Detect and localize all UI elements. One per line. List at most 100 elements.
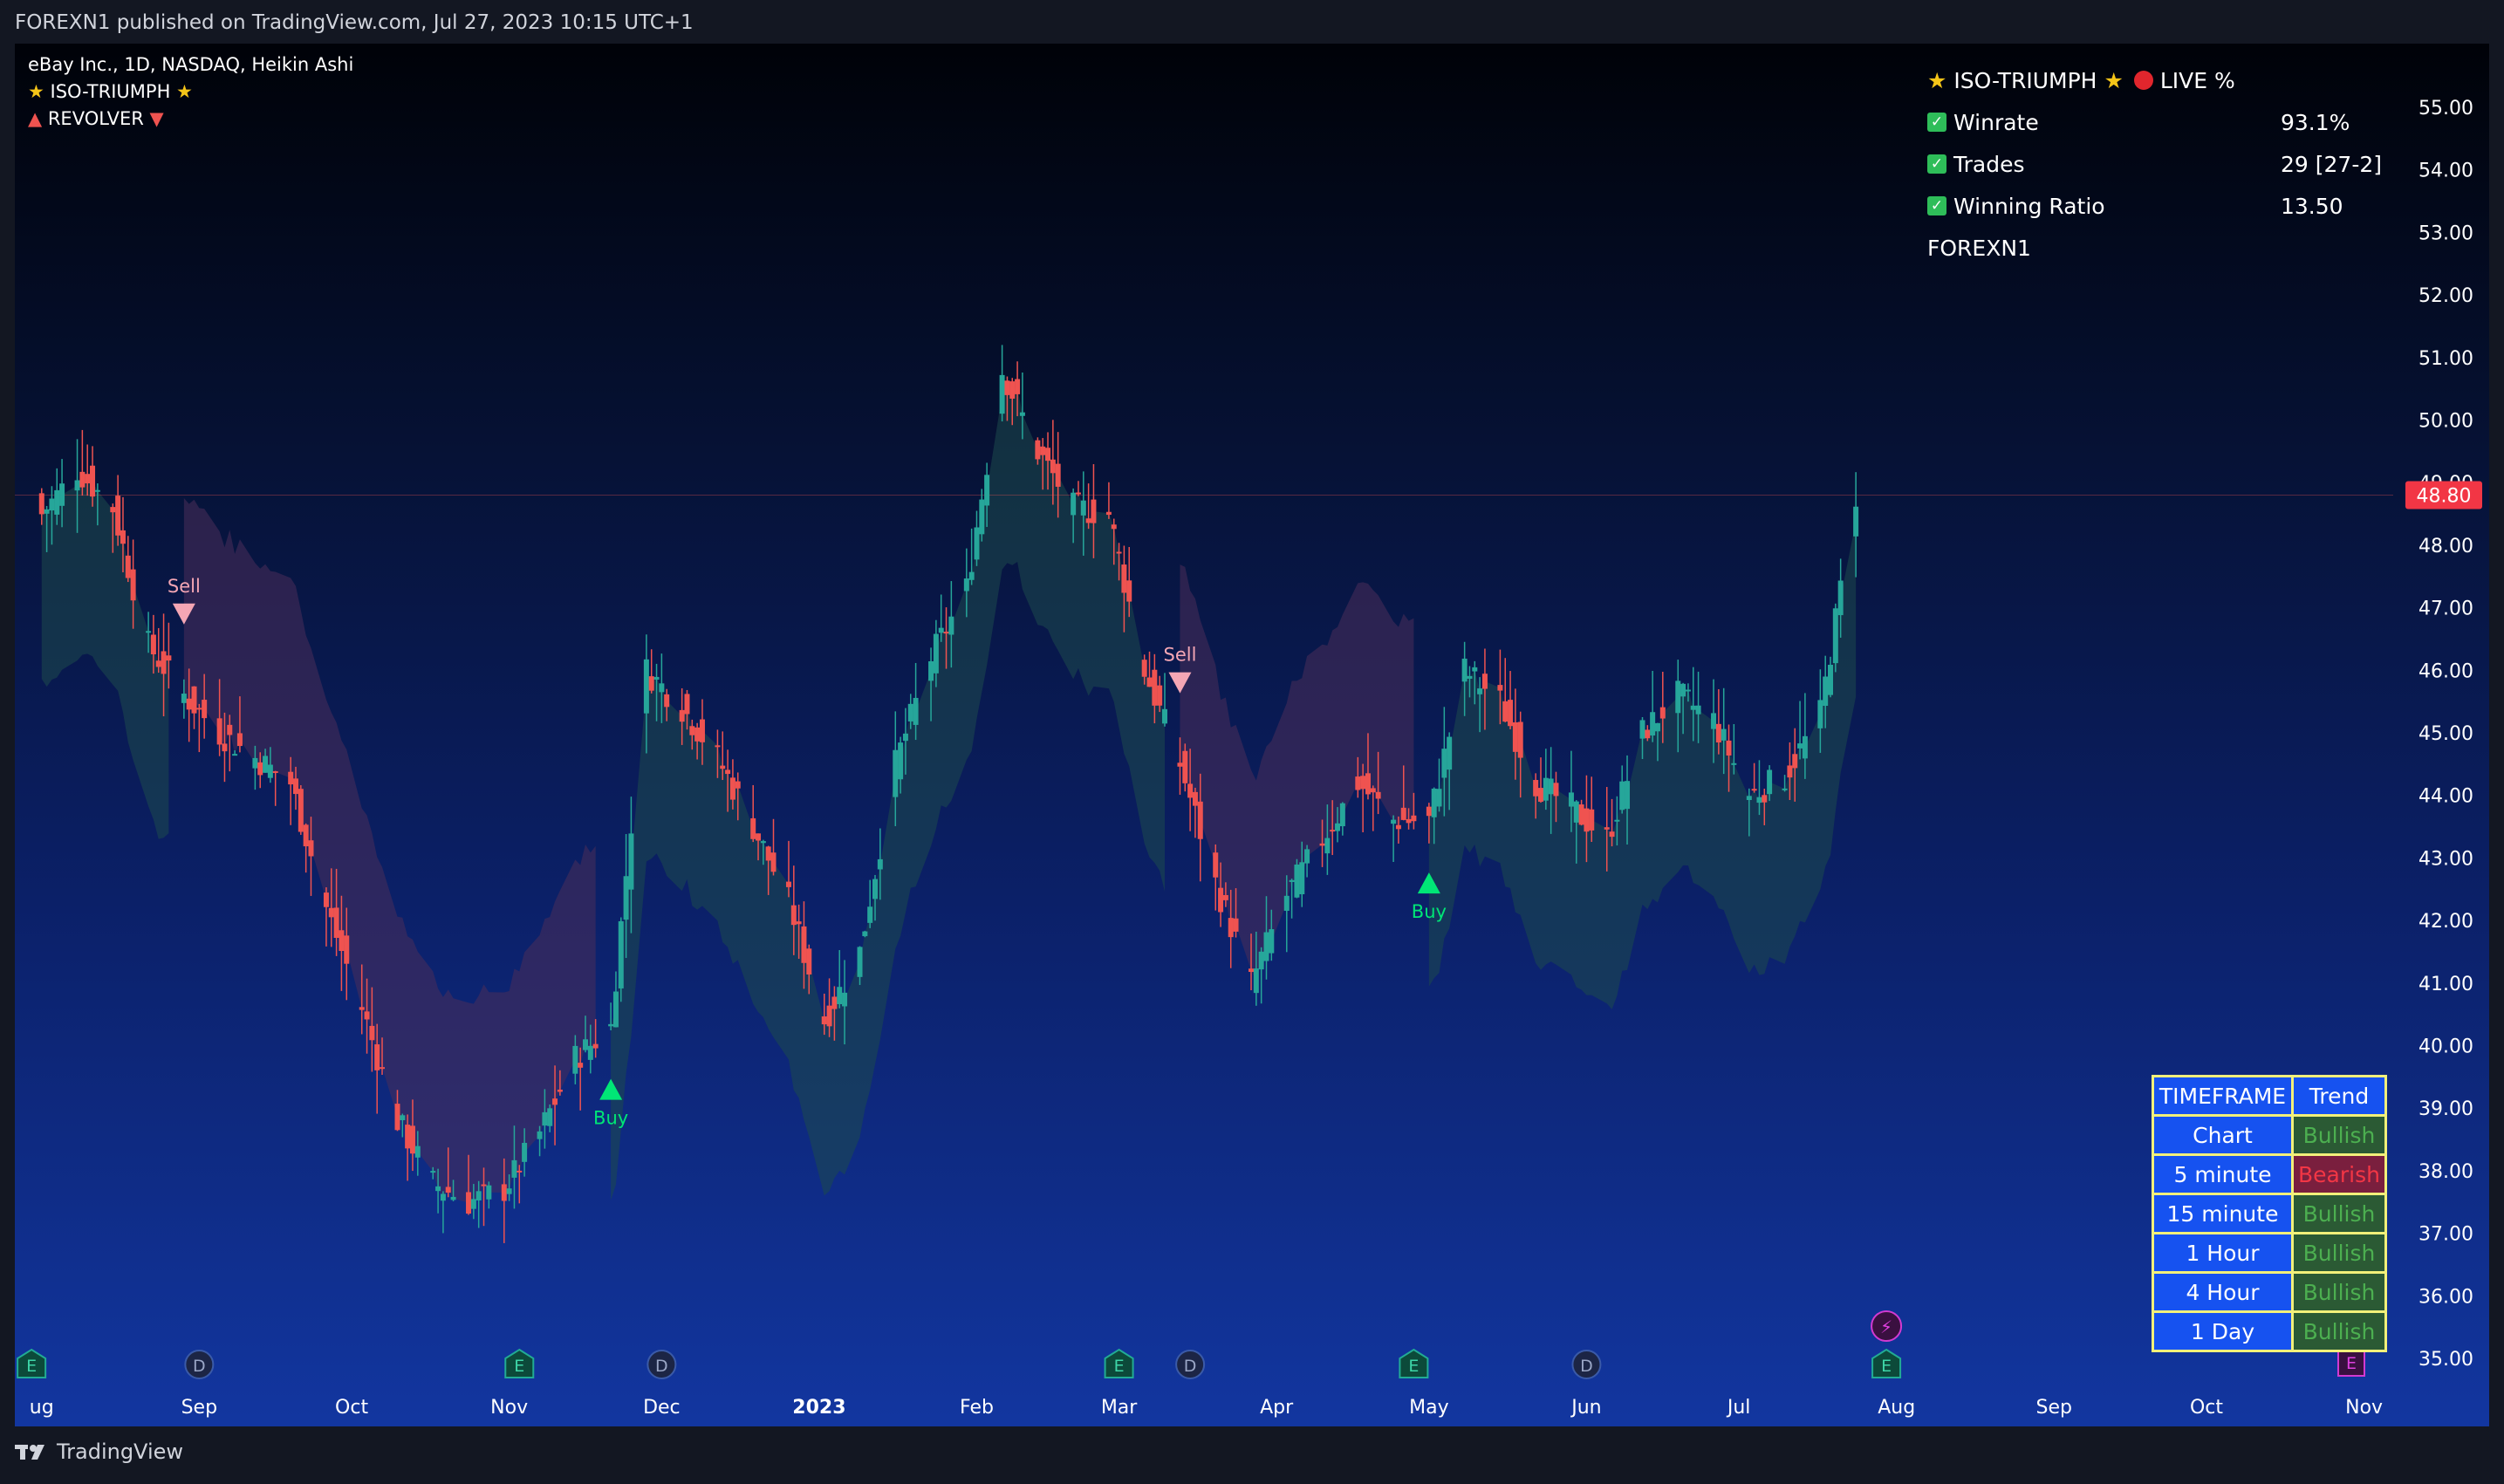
candle xyxy=(38,493,44,515)
y-tick-label: 36.00 xyxy=(2418,1286,2473,1308)
symbol-legend[interactable]: eBay Inc., 1D, NASDAQ, Heikin Ashi xyxy=(28,54,353,75)
star-icon: ★ xyxy=(28,81,44,102)
candle xyxy=(907,703,913,721)
trend-cell: Bullish xyxy=(2291,1271,2387,1313)
candle xyxy=(257,762,263,776)
candle xyxy=(1324,838,1331,854)
tradingview-logo[interactable]: TradingView xyxy=(15,1440,183,1464)
candle xyxy=(1263,932,1269,961)
candle xyxy=(236,733,243,747)
star-icon: ★ xyxy=(1927,67,1947,93)
candle xyxy=(1411,815,1417,822)
candle xyxy=(1233,918,1239,932)
x-tick-label: May xyxy=(1409,1397,1448,1419)
indicator-legend-1[interactable]: ★ ISO-TRIUMPH ★ xyxy=(28,81,193,102)
candle xyxy=(557,1089,563,1092)
candle xyxy=(263,756,269,773)
candle xyxy=(186,698,192,710)
y-tick-label: 37.00 xyxy=(2418,1224,2473,1246)
candle xyxy=(612,991,619,1028)
candle xyxy=(842,992,848,1007)
candle xyxy=(1335,823,1341,831)
y-tick-label: 43.00 xyxy=(2418,848,2473,870)
candle xyxy=(1695,705,1701,715)
candle xyxy=(1502,701,1509,722)
candle xyxy=(409,1125,415,1154)
candle xyxy=(648,676,654,691)
candle xyxy=(1152,669,1158,706)
candle xyxy=(272,771,278,774)
x-tick-label: Oct xyxy=(335,1397,368,1419)
x-tick-label: Nov xyxy=(490,1397,528,1419)
y-tick-label: 46.00 xyxy=(2418,660,2473,682)
candle xyxy=(1690,705,1696,710)
top-bar: FOREXN1 published on TradingView.com, Ju… xyxy=(0,0,2504,44)
stats-row: ✓ Winning Ratio 13.50 xyxy=(1927,185,2382,227)
x-tick-label: Sep xyxy=(2036,1397,2072,1419)
candle xyxy=(963,578,969,592)
candle xyxy=(872,879,878,899)
candle xyxy=(1797,743,1803,749)
candle xyxy=(1019,412,1025,416)
candle xyxy=(196,708,202,710)
candle xyxy=(1339,803,1345,827)
trend-table-row: 1 Hour Bullish xyxy=(2152,1232,2387,1274)
candle xyxy=(130,569,136,601)
x-tick-label: ug xyxy=(30,1397,54,1419)
event-marker-text: D xyxy=(1580,1357,1593,1376)
candle xyxy=(94,489,100,492)
candle xyxy=(155,660,161,667)
y-tick-label: 41.00 xyxy=(2418,974,2473,995)
chart-panel[interactable]: Sell Buy Sell Buy E D E D E D E D E ⚡ E 55.00 54.00 53.00… xyxy=(15,44,2489,1426)
candle xyxy=(537,1131,543,1139)
indicator-legend-2[interactable]: ▲ REVOLVER ▼ xyxy=(28,108,164,129)
candle xyxy=(150,634,156,655)
candle xyxy=(547,1108,553,1126)
candle xyxy=(59,483,65,506)
candle xyxy=(1075,492,1081,495)
header-trend: Trend xyxy=(2291,1075,2387,1117)
candle xyxy=(1126,580,1132,602)
trend-cell: Bullish xyxy=(2291,1310,2387,1352)
candle xyxy=(323,892,329,907)
candle xyxy=(968,571,975,580)
trend-cell: Bearish xyxy=(2291,1153,2387,1195)
candle xyxy=(1543,777,1549,801)
candle xyxy=(1091,499,1097,523)
candle xyxy=(1177,763,1183,767)
x-tick-label: 2023 xyxy=(792,1397,845,1419)
candle xyxy=(1080,500,1086,516)
candle xyxy=(470,1199,476,1209)
candle xyxy=(1360,776,1366,790)
lightning-glyph: ⚡ xyxy=(1880,1316,1892,1337)
candle xyxy=(1304,849,1310,864)
candle xyxy=(414,1145,421,1158)
candle xyxy=(1625,781,1631,810)
candle xyxy=(552,1098,558,1105)
candle xyxy=(1762,795,1768,803)
event-markers: E D E D E D E D E ⚡ E xyxy=(17,1310,2365,1379)
timeframe-cell: 4 Hour xyxy=(2152,1271,2294,1313)
x-tick-label: Jun xyxy=(1570,1397,1601,1419)
candle xyxy=(374,1044,380,1070)
candle xyxy=(1370,788,1376,793)
candle xyxy=(720,765,726,769)
candle xyxy=(333,907,339,939)
trend-band-area xyxy=(183,498,596,1205)
candle xyxy=(1853,506,1859,537)
candle xyxy=(898,742,904,780)
y-tick-label: 39.00 xyxy=(2418,1098,2473,1120)
candle xyxy=(1787,765,1793,778)
candle xyxy=(1675,680,1681,714)
y-tick-label: 35.00 xyxy=(2418,1349,2473,1371)
candle xyxy=(216,718,222,745)
candle xyxy=(1548,778,1554,795)
event-marker-text: D xyxy=(1184,1357,1197,1376)
stats-value: 13.50 xyxy=(2281,193,2343,219)
star-icon: ★ xyxy=(176,81,193,102)
candle xyxy=(1619,781,1625,810)
candle xyxy=(902,733,908,742)
candle xyxy=(867,906,873,923)
candle xyxy=(587,1045,593,1060)
candle xyxy=(1249,968,1255,973)
